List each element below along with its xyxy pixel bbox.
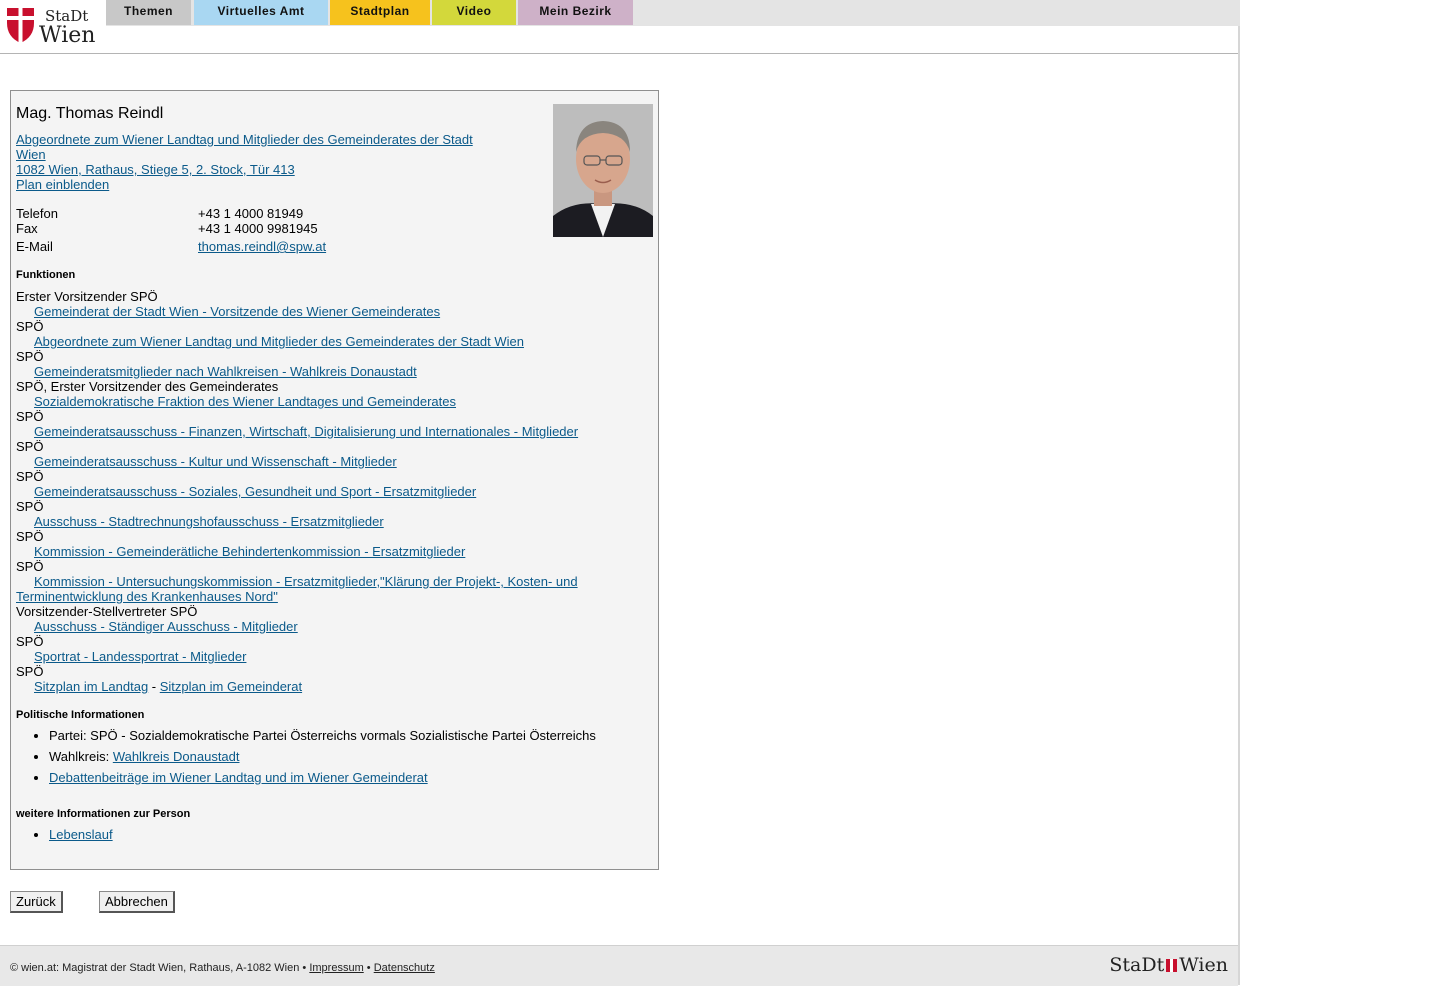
function-link[interactable]: Ausschuss - Ständiger Ausschuss - Mitgli… xyxy=(16,619,616,634)
function-role: SPÖ xyxy=(16,439,44,454)
logo-line2: Wien xyxy=(39,23,95,45)
function-role: SPÖ, Erster Vorsitzender des Gemeinderat… xyxy=(16,379,279,394)
cv-link[interactable]: Lebenslauf xyxy=(49,827,113,842)
function-link[interactable]: Sozialdemokratische Fraktion des Wiener … xyxy=(16,394,616,409)
person-name: Mag. Thomas Reindl xyxy=(16,105,164,122)
function-link[interactable]: Kommission - Gemeinderätliche Behinderte… xyxy=(16,544,616,559)
political-info-list: Partei: SPÖ - Sozialdemokratische Partei… xyxy=(16,728,596,791)
tab-themen[interactable]: Themen xyxy=(106,0,191,25)
main-navigation: Themen Virtuelles Amt Stadtplan Video Me… xyxy=(106,0,1240,26)
function-role: SPÖ xyxy=(16,664,44,679)
function-role: SPÖ xyxy=(16,319,44,334)
stadt-wien-logo[interactable]: StaDt Wien xyxy=(7,5,99,48)
seating-plan-gemeinderat-link[interactable]: Sitzplan im Gemeinderat xyxy=(160,679,302,694)
page: StaDt Wien Themen Virtuelles Amt Stadtpl… xyxy=(0,0,1240,986)
function-role: Vorsitzender-Stellvertreter SPÖ xyxy=(16,604,198,619)
more-info-heading: weitere Informationen zur Person xyxy=(16,808,191,820)
function-link[interactable]: Sportrat - Landessportrat - Mitglieder xyxy=(16,649,616,664)
address-block: Abgeordnete zum Wiener Landtag und Mitgl… xyxy=(16,132,486,192)
datenschutz-link[interactable]: Datenschutz xyxy=(374,962,435,974)
person-card: Mag. Thomas Reindl Abgeordnete zum Wiene… xyxy=(10,90,659,870)
person-photo xyxy=(553,104,653,237)
email-link[interactable]: thomas.reindl@spw.at xyxy=(198,239,326,254)
more-info-list: Lebenslauf xyxy=(16,827,113,842)
function-link[interactable]: Gemeinderat der Stadt Wien - Vorsitzende… xyxy=(16,304,616,319)
header: StaDt Wien Themen Virtuelles Amt Stadtpl… xyxy=(0,0,1240,54)
function-role: SPÖ xyxy=(16,409,44,424)
cancel-button[interactable]: Abbrechen xyxy=(99,891,175,913)
function-role: Erster Vorsitzender SPÖ xyxy=(16,289,158,304)
function-link[interactable]: Gemeinderatsausschuss - Finanzen, Wirtsc… xyxy=(16,424,616,439)
functions-heading: Funktionen xyxy=(16,269,76,281)
function-link[interactable]: Kommission - Untersuchungskommission - E… xyxy=(16,574,578,604)
function-role: SPÖ xyxy=(16,529,44,544)
debates-item: Debattenbeiträge im Wiener Landtag und i… xyxy=(49,770,596,785)
seating-plan-landtag-link[interactable]: Sitzplan im Landtag xyxy=(34,679,148,694)
function-link[interactable]: Gemeinderatsausschuss - Soziales, Gesund… xyxy=(16,484,616,499)
phone-value: +43 1 4000 81949 xyxy=(198,206,304,221)
email-label: E-Mail xyxy=(16,239,53,254)
cv-item: Lebenslauf xyxy=(49,827,113,842)
function-role: SPÖ xyxy=(16,634,44,649)
district-item: Wahlkreis: Wahlkreis Donaustadt xyxy=(49,749,596,764)
function-link[interactable]: Gemeinderatsausschuss - Kultur und Wisse… xyxy=(16,454,616,469)
tab-mein-bezirk[interactable]: Mein Bezirk xyxy=(518,0,633,25)
address-link[interactable]: 1082 Wien, Rathaus, Stiege 5, 2. Stock, … xyxy=(16,162,295,177)
function-role: SPÖ xyxy=(16,499,44,514)
function-link[interactable]: Abgeordnete zum Wiener Landtag und Mitgl… xyxy=(16,334,616,349)
functions-list: Erster Vorsitzender SPÖ Gemeinderat der … xyxy=(16,289,616,694)
function-link[interactable]: Gemeinderatsmitglieder nach Wahlkreisen … xyxy=(16,364,616,379)
debates-link[interactable]: Debattenbeiträge im Wiener Landtag und i… xyxy=(49,770,428,785)
footer-logo[interactable]: StaDt Wien xyxy=(1109,954,1228,976)
tab-stadtplan[interactable]: Stadtplan xyxy=(330,0,430,25)
political-info-heading: Politische Informationen xyxy=(16,709,145,721)
phone-label: Telefon xyxy=(16,206,58,221)
fax-label: Fax xyxy=(16,221,38,236)
tab-virtuelles-amt[interactable]: Virtuelles Amt xyxy=(194,0,328,25)
function-role: SPÖ xyxy=(16,349,44,364)
vienna-flag-icon xyxy=(1166,959,1178,972)
footer: © wien.at: Magistrat der Stadt Wien, Rat… xyxy=(0,945,1238,986)
tab-video[interactable]: Video xyxy=(432,0,516,25)
show-map-link[interactable]: Plan einblenden xyxy=(16,177,109,192)
contact-table: Telefon +43 1 4000 81949 Fax +43 1 4000 … xyxy=(16,206,436,255)
party-item: Partei: SPÖ - Sozialdemokratische Partei… xyxy=(49,728,596,743)
seating-links: Sitzplan im Landtag - Sitzplan im Gemein… xyxy=(34,679,303,694)
function-role: SPÖ xyxy=(16,559,44,574)
fax-value: +43 1 4000 9981945 xyxy=(198,221,318,236)
back-button[interactable]: Zurück xyxy=(10,891,63,913)
function-role: SPÖ xyxy=(16,469,44,484)
impressum-link[interactable]: Impressum xyxy=(309,962,363,974)
function-link[interactable]: Ausschuss - Stadtrechnungshofausschuss -… xyxy=(16,514,616,529)
district-link[interactable]: Wahlkreis Donaustadt xyxy=(113,749,240,764)
footer-text: © wien.at: Magistrat der Stadt Wien, Rat… xyxy=(10,962,435,974)
role-link[interactable]: Abgeordnete zum Wiener Landtag und Mitgl… xyxy=(16,132,473,162)
